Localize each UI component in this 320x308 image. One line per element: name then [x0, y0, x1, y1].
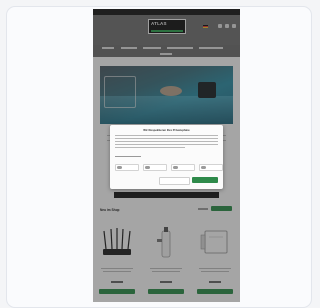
- modal-subtitle: [115, 156, 141, 157]
- modal-text-line: [115, 147, 185, 148]
- modal-text-line: [115, 135, 218, 136]
- toggle-switch-icon: [173, 166, 178, 169]
- consent-toggles: [115, 164, 223, 171]
- accept-all-button[interactable]: [192, 177, 218, 183]
- save-settings-button[interactable]: [159, 177, 190, 185]
- toggle-switch-icon: [117, 166, 122, 169]
- consent-toggle[interactable]: [171, 164, 195, 171]
- website-screenshot: ATLAS Neu im Shop Wir Respektieren Ihre …: [93, 9, 240, 302]
- modal-text-line: [115, 138, 218, 139]
- consent-toggle[interactable]: [143, 164, 167, 171]
- consent-toggle[interactable]: [199, 164, 223, 171]
- modal-title: Wir Respektieren Ihre Privatsphäre: [143, 128, 190, 132]
- toggle-switch-icon: [201, 166, 206, 169]
- cookie-consent-modal: Wir Respektieren Ihre Privatsphäre: [110, 125, 223, 189]
- modal-text-line: [115, 144, 218, 145]
- consent-toggle[interactable]: [115, 164, 139, 171]
- toggle-switch-icon: [145, 166, 150, 169]
- modal-text-line: [115, 141, 218, 142]
